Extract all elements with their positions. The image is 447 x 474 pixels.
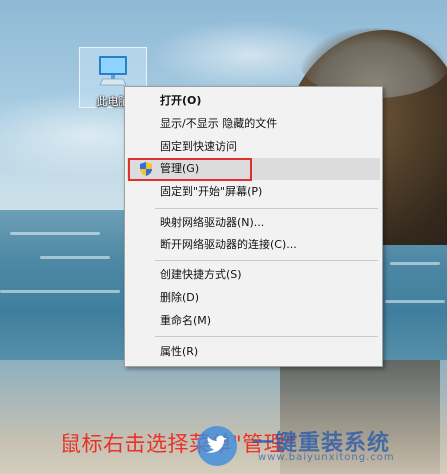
- wallpaper-wave: [40, 256, 110, 259]
- menu-item-label: 固定到"开始"屏幕(P): [160, 185, 263, 198]
- menu-item-disconnect-network-drive[interactable]: 断开网络驱动器的连接(C)...: [127, 234, 380, 256]
- menu-item-map-network-drive[interactable]: 映射网络驱动器(N)...: [127, 212, 380, 234]
- menu-item-create-shortcut[interactable]: 创建快捷方式(S): [127, 264, 380, 286]
- wallpaper-wave: [10, 232, 100, 235]
- wallpaper-wave: [0, 290, 120, 293]
- menu-item-delete[interactable]: 删除(D): [127, 287, 380, 309]
- menu-item-label: 映射网络驱动器(N)...: [160, 216, 265, 229]
- menu-item-label: 属性(R): [160, 345, 199, 358]
- computer-icon: [99, 56, 127, 86]
- menu-item-pin-start[interactable]: 固定到"开始"屏幕(P): [127, 181, 380, 203]
- menu-item-label: 删除(D): [160, 291, 200, 304]
- menu-item-pin-quick-access[interactable]: 固定到快速访问: [127, 136, 380, 158]
- wallpaper-wave: [390, 262, 440, 265]
- menu-separator: [155, 260, 378, 261]
- menu-separator: [155, 336, 378, 337]
- menu-item-label: 断开网络驱动器的连接(C)...: [160, 238, 297, 251]
- menu-item-label: 显示/不显示 隐藏的文件: [160, 117, 278, 130]
- menu-separator: [155, 208, 378, 209]
- twitter-bird-icon: [197, 426, 237, 466]
- menu-item-properties[interactable]: 属性(R): [127, 341, 380, 363]
- highlight-annotation-box: [128, 158, 252, 181]
- menu-item-toggle-hidden-files[interactable]: 显示/不显示 隐藏的文件: [127, 113, 380, 135]
- menu-item-label: 重命名(M): [160, 314, 212, 327]
- menu-item-label: 创建快捷方式(S): [160, 268, 242, 281]
- menu-item-label: 打开(O): [160, 94, 202, 107]
- watermark-url: www.baiyunxitong.com: [258, 452, 395, 463]
- menu-item-label: 固定到快速访问: [160, 140, 237, 153]
- menu-item-open[interactable]: 打开(O): [127, 90, 380, 112]
- wallpaper-wave: [385, 300, 445, 303]
- menu-item-rename[interactable]: 重命名(M): [127, 310, 380, 332]
- context-menu: 打开(O) 显示/不显示 隐藏的文件 固定到快速访问 管理(G) 固定到"开始"…: [124, 86, 383, 367]
